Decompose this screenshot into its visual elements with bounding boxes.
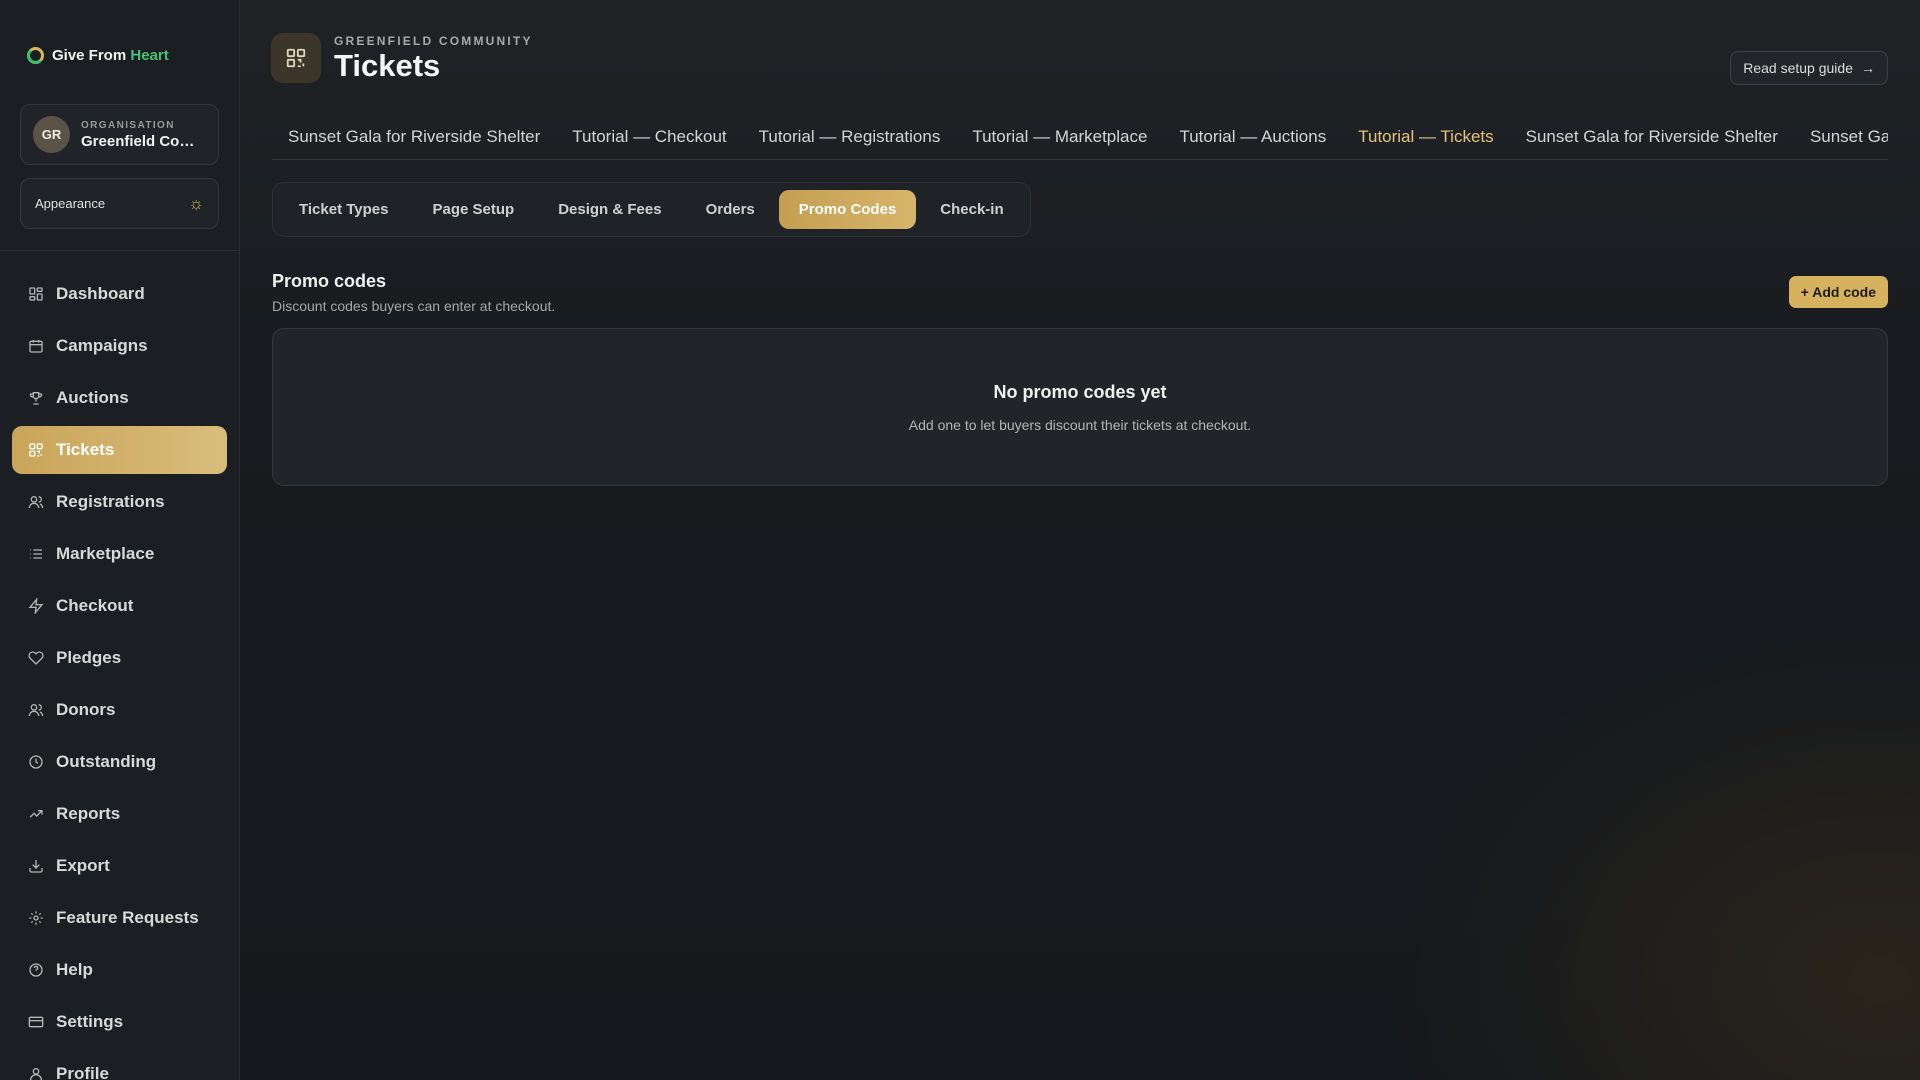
sidebar-item-checkout[interactable]: Checkout — [12, 582, 227, 630]
main-content: GREENFIELD COMMUNITY Tickets Read setup … — [240, 0, 1920, 1080]
lightning-icon — [27, 598, 44, 615]
add-code-button[interactable]: + Add code — [1788, 276, 1888, 308]
org-name: Greenfield Community — [81, 132, 203, 150]
sidebar-item-label: Feature Requests — [56, 908, 199, 927]
sidebar-item-reports[interactable]: Reports — [12, 790, 227, 838]
tab-page-setup[interactable]: Page Setup — [413, 190, 535, 229]
sidebar-item-registrations[interactable]: Registrations — [12, 478, 227, 526]
brand-name: Give From Heart — [52, 47, 169, 64]
sidebar-item-export[interactable]: Export — [12, 842, 227, 890]
arrow-right-icon: → — [1861, 60, 1875, 76]
ticket-grid-icon — [27, 442, 44, 459]
sidebar-item-campaigns[interactable]: Campaigns — [12, 322, 227, 370]
event-tab[interactable]: Tutorial — Registrations — [743, 114, 957, 159]
org-avatar: GR — [33, 116, 70, 153]
sparkle-icon — [27, 910, 44, 927]
tab-check-in[interactable]: Check-in — [920, 190, 1023, 229]
sidebar-item-donors[interactable]: Donors — [12, 686, 227, 734]
list-icon — [27, 546, 44, 563]
sidebar-item-label: Help — [56, 960, 93, 979]
appearance-label: Appearance — [35, 196, 106, 211]
section-tabs: Ticket Types Page Setup Design & Fees Order… — [272, 182, 1031, 237]
sidebar-item-label: Dashboard — [56, 284, 145, 303]
sidebar-item-help[interactable]: Help — [12, 946, 227, 994]
sidebar-item-tickets[interactable]: Tickets — [12, 426, 227, 474]
card-icon — [27, 1014, 44, 1031]
sidebar-item-label: Donors — [56, 700, 116, 719]
grid-icon — [27, 286, 44, 303]
sidebar-item-label: Checkout — [56, 596, 134, 615]
users-icon — [27, 494, 44, 511]
sidebar-item-label: Profile — [56, 1064, 109, 1080]
event-tab[interactable]: Tutorial — Auctions — [1163, 114, 1342, 159]
tab-design-fees[interactable]: Design & Fees — [538, 190, 681, 229]
tab-ticket-types[interactable]: Ticket Types — [279, 190, 409, 229]
sidebar-item-feature-requests[interactable]: Feature Requests — [12, 894, 227, 942]
tickets-grid-icon — [271, 33, 321, 83]
empty-state-card: No promo codes yet Add one to let buyers… — [272, 328, 1888, 486]
sun-icon: ☼ — [188, 194, 204, 213]
sidebar-item-profile[interactable]: Profile — [12, 1050, 227, 1080]
logo-ring-icon — [27, 47, 44, 64]
download-icon — [27, 858, 44, 875]
organisation-switcher[interactable]: GR ORGANISATION Greenfield Community — [20, 104, 219, 165]
event-tab[interactable]: Tutorial — Checkout — [556, 114, 742, 159]
sidebar-item-label: Pledges — [56, 648, 122, 667]
sidebar-item-pledges[interactable]: Pledges — [12, 634, 227, 682]
org-meta: ORGANISATION Greenfield Community — [81, 120, 203, 150]
sidebar-item-label: Export — [56, 856, 110, 875]
user-icon — [27, 1066, 44, 1080]
trophy-icon — [27, 390, 44, 407]
tab-promo-codes[interactable]: Promo Codes — [778, 190, 917, 229]
sidebar-item-label: Settings — [56, 1012, 124, 1031]
sidebar-nav: Dashboard Campaigns Auctions Tickets Registr… — [12, 270, 227, 1080]
app-root: Give From Heart GR ORGANISATION Greenfie… — [0, 0, 1920, 1080]
sidebar-item-outstanding[interactable]: Outstanding — [12, 738, 227, 786]
sidebar-item-label: Reports — [56, 804, 121, 823]
sidebar-item-label: Campaigns — [56, 336, 148, 355]
sidebar-item-auctions[interactable]: Auctions — [12, 374, 227, 422]
sidebar-item-label: Outstanding — [56, 752, 157, 771]
event-tab[interactable]: Sunset Gala for Riverside Shelter — [272, 114, 556, 159]
read-setup-guide-button[interactable]: Read setup guide → — [1730, 51, 1888, 85]
sidebar-item-marketplace[interactable]: Marketplace — [12, 530, 227, 578]
page-title: Tickets — [334, 48, 441, 83]
guide-button-label: Read setup guide — [1743, 60, 1853, 76]
help-icon — [27, 962, 44, 979]
heart-icon — [27, 650, 44, 667]
sidebar-item-label: Auctions — [56, 388, 129, 407]
brand-name-prefix: Give From — [52, 47, 127, 64]
sidebar-divider — [0, 250, 239, 251]
event-tab[interactable]: Tutorial — Marketplace — [956, 114, 1163, 159]
sidebar: Give From Heart GR ORGANISATION Greenfie… — [0, 0, 240, 1080]
clock-icon — [27, 754, 44, 771]
people-icon — [27, 702, 44, 719]
empty-state-subtitle: Add one to let buyers discount their tic… — [908, 416, 1252, 433]
sidebar-item-label: Registrations — [56, 492, 165, 511]
sidebar-item-dashboard[interactable]: Dashboard — [12, 270, 227, 318]
tab-orders[interactable]: Orders — [686, 190, 775, 229]
calendar-icon — [27, 338, 44, 355]
promo-section-title: Promo codes — [272, 271, 387, 291]
sidebar-item-settings[interactable]: Settings — [12, 998, 227, 1046]
page-eyebrow: GREENFIELD COMMUNITY — [334, 34, 533, 48]
brand-name-accent: Heart — [130, 47, 169, 64]
event-tab[interactable]: Tutorial — Tickets — [1342, 114, 1509, 159]
sidebar-item-label: Tickets — [56, 440, 115, 459]
event-tab[interactable]: Sunset Gala for Riverside Shelter — [1510, 114, 1794, 159]
empty-state-title: No promo codes yet — [993, 381, 1167, 402]
sidebar-item-label: Marketplace — [56, 544, 155, 563]
brand-logo[interactable]: Give From Heart — [27, 47, 169, 64]
promo-section-subtitle: Discount codes buyers can enter at check… — [272, 298, 556, 314]
event-tab[interactable]: Sunset Gala for Riverside Shelter — [1794, 114, 1888, 159]
org-label: ORGANISATION — [81, 119, 175, 131]
appearance-toggle[interactable]: Appearance ☼ — [20, 178, 219, 229]
event-tabs: Sunset Gala for Riverside Shelter Tutoria… — [272, 114, 1888, 160]
trend-icon — [27, 806, 44, 823]
